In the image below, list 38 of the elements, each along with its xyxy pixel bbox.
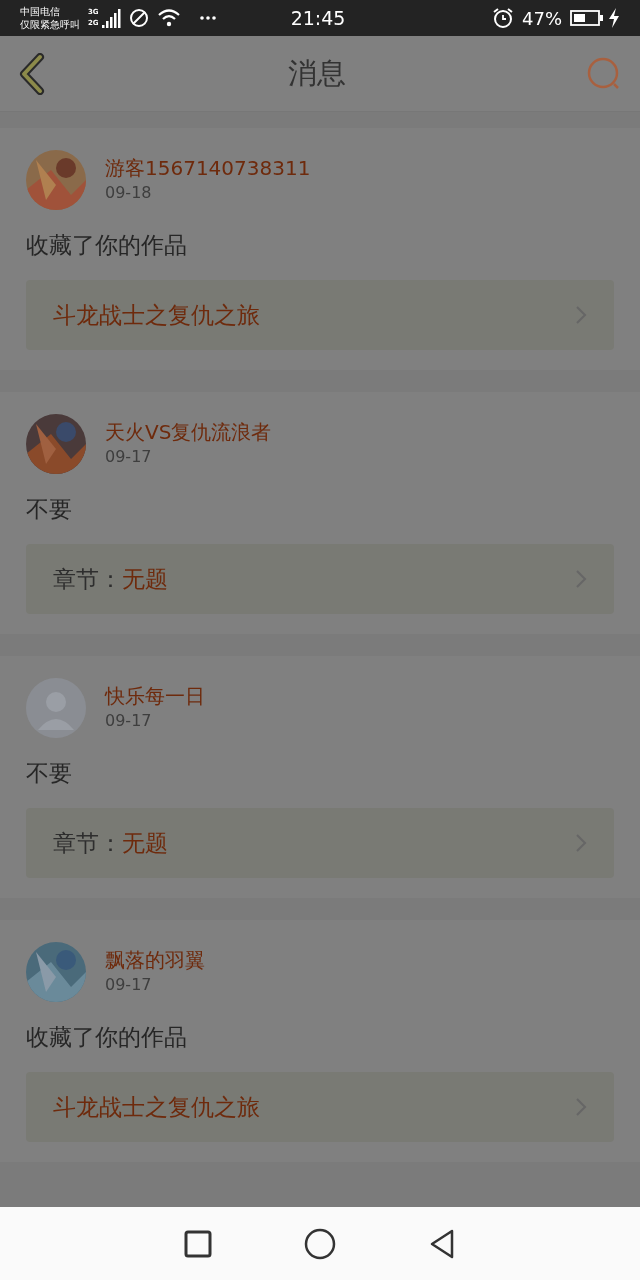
recent-apps-button[interactable] bbox=[184, 1229, 212, 1258]
message-text: 收藏了你的作品 bbox=[26, 1024, 188, 1050]
message-date: 09-17 bbox=[105, 974, 153, 996]
user-name[interactable]: 天火VS复仇流浪者 bbox=[105, 419, 272, 445]
message-date: 09-17 bbox=[105, 710, 153, 732]
message-text: 不要 bbox=[26, 496, 73, 522]
default-avatar-icon bbox=[26, 678, 86, 738]
work-title: 斗龙战士之复仇之旅 bbox=[53, 300, 260, 330]
chapter-title: 无题 bbox=[122, 564, 168, 594]
user-name[interactable]: 快乐每一日 bbox=[105, 683, 205, 709]
back-nav-button[interactable] bbox=[428, 1227, 456, 1260]
carrier-status: 仅限紧急呼叫 bbox=[20, 18, 80, 31]
chapter-label: 章节： bbox=[53, 564, 122, 594]
message-text: 收藏了你的作品 bbox=[26, 232, 188, 258]
signal-icon bbox=[100, 7, 123, 29]
home-button[interactable] bbox=[304, 1227, 336, 1260]
message-text: 不要 bbox=[26, 760, 73, 786]
work-title: 斗龙战士之复仇之旅 bbox=[53, 1092, 260, 1122]
alarm-icon bbox=[492, 7, 514, 29]
linked-item[interactable]: 斗龙战士之复仇之旅 bbox=[26, 1072, 614, 1142]
user-name[interactable]: 游客1567140738311 bbox=[105, 155, 311, 181]
carrier-label: 中国电信 bbox=[20, 5, 61, 18]
user-name[interactable]: 飘落的羽翼 bbox=[105, 947, 205, 973]
linked-item[interactable]: 斗龙战士之复仇之旅 bbox=[26, 280, 614, 350]
battery-icon bbox=[570, 9, 604, 27]
blocked-icon bbox=[128, 8, 149, 28]
message-date: 09-17 bbox=[105, 446, 153, 468]
more-icon bbox=[198, 15, 217, 21]
chapter-title: 无题 bbox=[122, 828, 168, 858]
battery-percent: 47% bbox=[522, 6, 562, 31]
wifi-icon bbox=[156, 8, 181, 28]
charging-icon bbox=[608, 8, 620, 28]
message-date: 09-18 bbox=[105, 182, 153, 204]
clock: 21:45 bbox=[290, 5, 346, 31]
linked-item[interactable]: 章节：无题 bbox=[26, 808, 614, 878]
page-title: 消息 bbox=[288, 54, 346, 92]
linked-item[interactable]: 章节：无题 bbox=[26, 544, 614, 614]
chapter-label: 章节： bbox=[53, 828, 122, 858]
